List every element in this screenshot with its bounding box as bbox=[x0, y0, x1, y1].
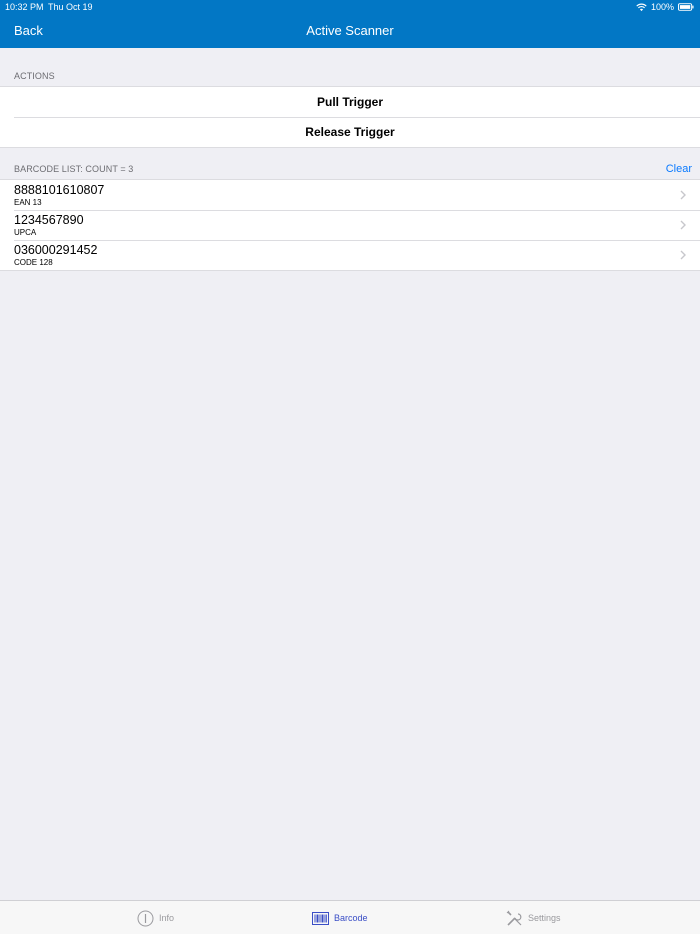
chevron-right-icon bbox=[680, 220, 686, 230]
battery-percent: 100% bbox=[650, 2, 674, 12]
page-title: Active Scanner bbox=[306, 23, 394, 38]
wifi-icon bbox=[636, 3, 647, 11]
barcode-list-item[interactable]: 8888101610807 EAN 13 bbox=[0, 180, 700, 210]
chevron-right-icon bbox=[680, 190, 686, 200]
actions-group: Pull Trigger Release Trigger bbox=[0, 86, 700, 148]
chevron-right-icon bbox=[680, 250, 686, 260]
tab-label: Info bbox=[159, 913, 175, 923]
tab-bar: Info Barcode Settings bbox=[0, 900, 700, 934]
barcode-type: UPCA bbox=[14, 228, 37, 237]
info-icon bbox=[137, 910, 154, 926]
status-right: 100% bbox=[636, 0, 694, 14]
status-time: 10:32 PM bbox=[5, 2, 44, 12]
actions-header: ACTIONS bbox=[14, 71, 55, 81]
barcode-type: EAN 13 bbox=[14, 198, 42, 207]
barcode-list: 8888101610807 EAN 13 1234567890 UPCA 036… bbox=[0, 179, 700, 271]
release-trigger-button[interactable]: Release Trigger bbox=[0, 117, 700, 147]
top-bar: 10:32 PM Thu Oct 19 100% Back Active Sca… bbox=[0, 0, 700, 48]
status-bar: 10:32 PM Thu Oct 19 100% bbox=[0, 0, 700, 14]
tab-barcode[interactable]: Barcode bbox=[312, 901, 368, 934]
barcode-icon bbox=[312, 911, 329, 925]
tab-settings[interactable]: Settings bbox=[506, 901, 561, 934]
barcode-value: 8888101610807 bbox=[14, 183, 105, 197]
barcode-list-item[interactable]: 036000291452 CODE 128 bbox=[0, 240, 700, 270]
barcode-list-header: BARCODE LIST: COUNT = 3 bbox=[14, 164, 134, 174]
battery-icon bbox=[678, 3, 694, 11]
tools-icon bbox=[506, 910, 522, 926]
tab-label: Settings bbox=[528, 913, 561, 923]
status-date: Thu Oct 19 bbox=[48, 2, 93, 12]
barcode-type: CODE 128 bbox=[14, 258, 53, 267]
app-screen: 10:32 PM Thu Oct 19 100% Back Active Sca… bbox=[0, 0, 700, 934]
pull-trigger-button[interactable]: Pull Trigger bbox=[0, 87, 700, 117]
nav-bar: Back Active Scanner bbox=[0, 14, 700, 48]
barcode-list-item[interactable]: 1234567890 UPCA bbox=[0, 210, 700, 240]
tab-label: Barcode bbox=[334, 913, 368, 923]
barcode-value: 036000291452 bbox=[14, 243, 98, 257]
barcode-value: 1234567890 bbox=[14, 213, 84, 227]
tab-info[interactable]: Info bbox=[137, 901, 174, 934]
clear-button[interactable]: Clear bbox=[666, 163, 692, 175]
